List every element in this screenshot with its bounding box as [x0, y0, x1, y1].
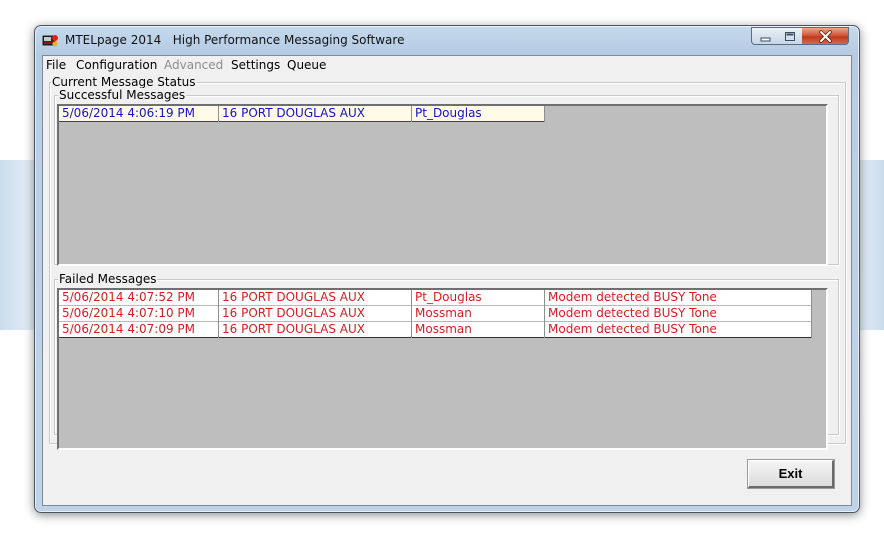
message-source: 16 PORT DOUGLAS AUX: [219, 106, 412, 122]
message-source: 16 PORT DOUGLAS AUX: [219, 322, 412, 338]
message-destination: Pt_Douglas: [412, 106, 545, 122]
exit-button[interactable]: Exit: [748, 460, 834, 488]
message-time: 5/06/2014 4:07:52 PM: [59, 290, 219, 306]
menu-file[interactable]: File: [46, 58, 66, 72]
mtelpage-app-icon: [42, 33, 59, 48]
failure-reason: Modem detected BUSY Tone: [545, 322, 812, 338]
successful-message-row[interactable]: 5/06/2014 4:06:19 PM 16 PORT DOUGLAS AUX…: [59, 106, 545, 122]
failed-messages-group: Failed Messages 5/06/2014 4:07:52 PM 16 …: [54, 272, 839, 450]
close-button[interactable]: [802, 27, 849, 45]
failed-messages-label: Failed Messages: [58, 272, 158, 286]
menu-queue[interactable]: Queue: [287, 58, 326, 72]
window-title: MTELpage 2014 High Performance Messaging…: [65, 33, 405, 47]
failure-reason: Modem detected BUSY Tone: [545, 290, 812, 306]
message-source: 16 PORT DOUGLAS AUX: [219, 290, 412, 306]
main-window: MTELpage 2014 High Performance Messaging…: [34, 25, 860, 513]
failure-reason: Modem detected BUSY Tone: [545, 306, 812, 322]
minimize-button[interactable]: [751, 27, 778, 45]
current-message-status-group: Current Message Status Successful Messag…: [49, 75, 846, 450]
current-message-status-label: Current Message Status: [51, 75, 197, 89]
client-area: File Configuration Advanced Settings Que…: [42, 55, 852, 506]
successful-messages-label: Successful Messages: [58, 88, 187, 102]
menu-bar: File Configuration Advanced Settings Que…: [43, 56, 851, 74]
close-icon: [819, 30, 832, 43]
failed-message-row[interactable]: 5/06/2014 4:07:09 PM 16 PORT DOUGLAS AUX…: [59, 322, 812, 338]
message-destination: Mossman: [412, 306, 545, 322]
failed-messages-list[interactable]: 5/06/2014 4:07:52 PM 16 PORT DOUGLAS AUX…: [57, 288, 828, 450]
minimize-icon: [760, 37, 771, 42]
successful-messages-list[interactable]: 5/06/2014 4:06:19 PM 16 PORT DOUGLAS AUX…: [57, 104, 828, 266]
maximize-icon: [785, 32, 795, 41]
failed-message-row[interactable]: 5/06/2014 4:07:52 PM 16 PORT DOUGLAS AUX…: [59, 290, 812, 306]
menu-configuration[interactable]: Configuration: [76, 58, 157, 72]
failed-message-row[interactable]: 5/06/2014 4:07:10 PM 16 PORT DOUGLAS AUX…: [59, 306, 812, 322]
title-bar[interactable]: MTELpage 2014 High Performance Messaging…: [35, 26, 859, 54]
message-destination: Pt_Douglas: [412, 290, 545, 306]
message-source: 16 PORT DOUGLAS AUX: [219, 306, 412, 322]
message-time: 5/06/2014 4:07:10 PM: [59, 306, 219, 322]
message-time: 5/06/2014 4:07:09 PM: [59, 322, 219, 338]
maximize-button[interactable]: [777, 27, 803, 45]
successful-messages-group: Successful Messages 5/06/2014 4:06:19 PM…: [54, 88, 839, 266]
menu-advanced[interactable]: Advanced: [164, 58, 223, 72]
menu-settings[interactable]: Settings: [231, 58, 280, 72]
message-time: 5/06/2014 4:06:19 PM: [59, 106, 219, 122]
message-destination: Mossman: [412, 322, 545, 338]
